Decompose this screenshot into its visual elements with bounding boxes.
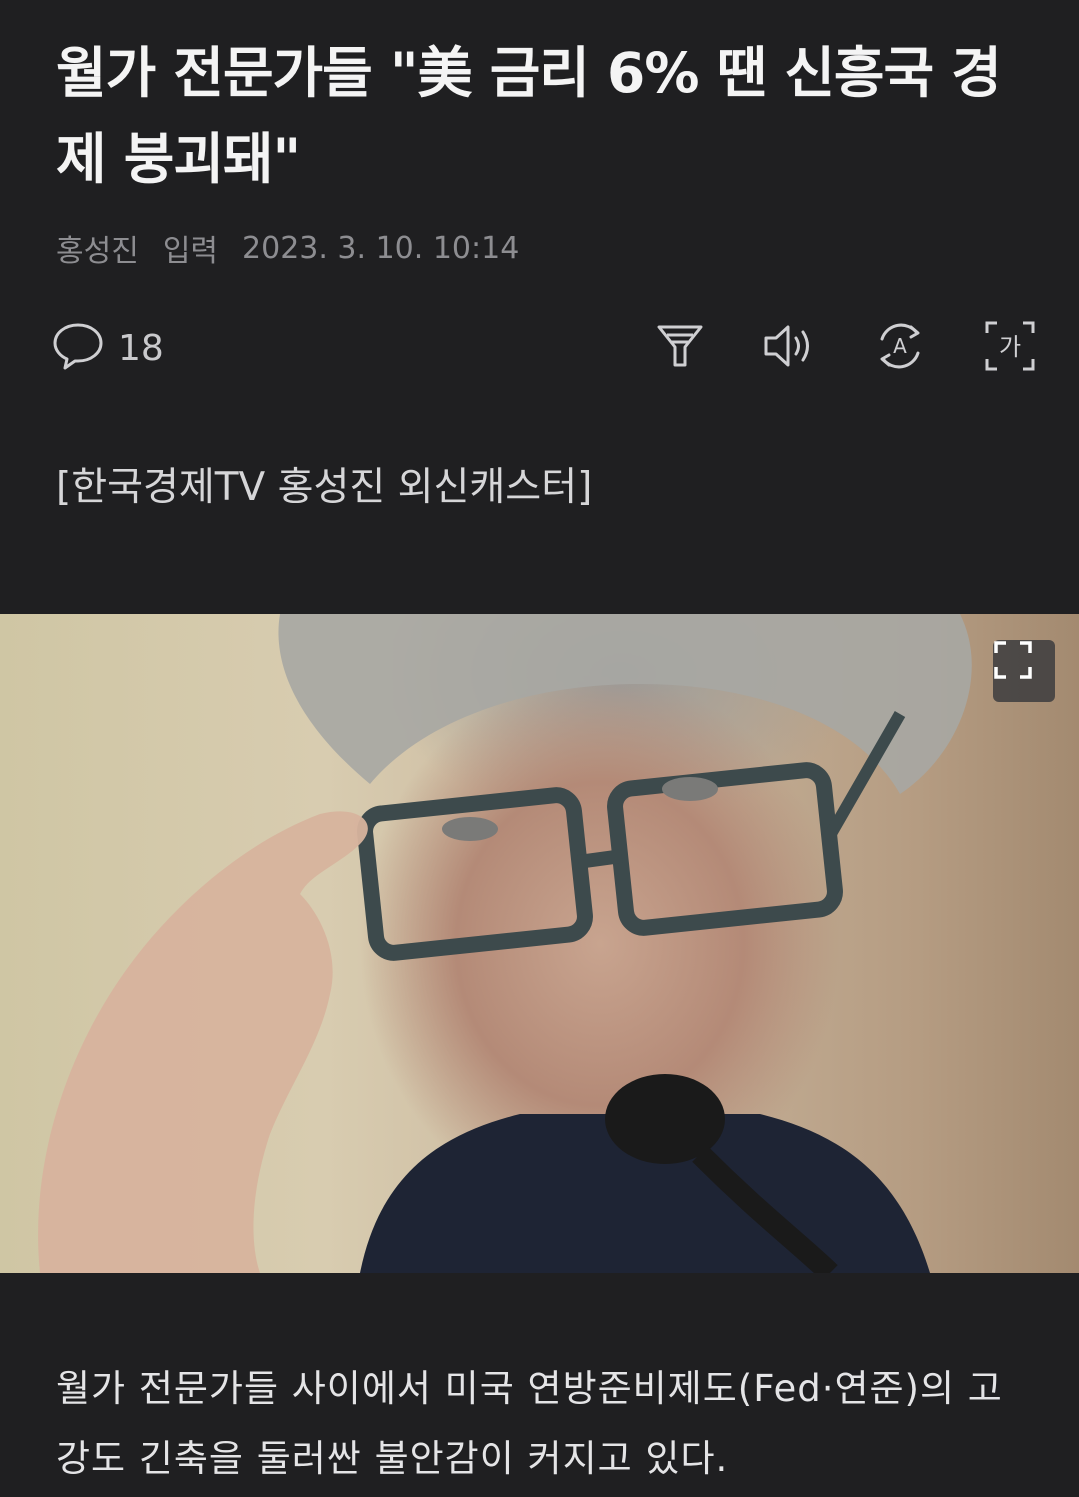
summary-button[interactable] (654, 322, 706, 374)
article-toolbar: 18 A 가 (52, 318, 1036, 378)
toolbar-tools: A 가 (654, 319, 1037, 377)
speaker-icon (762, 321, 818, 375)
article-headline: 월가 전문가들 "美 금리 6% 땐 신흥국 경제 붕괴돼" (56, 41, 1002, 191)
photo-illustration (38, 614, 972, 1273)
article-body: 월가 전문가들 사이에서 미국 연방준비제도(Fed·연준)의 고강도 긴축을 … (56, 1367, 1003, 1480)
publish-date: 2023. 3. 10. 10:14 (242, 230, 520, 266)
listen-button[interactable] (764, 322, 816, 374)
comment-button[interactable]: 18 (52, 321, 164, 375)
translate-button[interactable]: A (874, 322, 926, 374)
translate-icon: A (873, 319, 927, 377)
font-size-icon: 가 (983, 319, 1037, 377)
author-name[interactable]: 홍성진 (56, 226, 139, 270)
article-photo[interactable] (0, 614, 1079, 1273)
comment-count: 18 (118, 327, 164, 369)
expand-button[interactable] (993, 640, 1055, 702)
reporter-byline: [한국경제TV 홍성진 외신캐스터] (56, 465, 593, 510)
comment-icon (52, 321, 104, 375)
article-meta: 홍성진 입력 2023. 3. 10. 10:14 (56, 226, 519, 270)
svg-text:A: A (893, 334, 907, 358)
svg-text:가: 가 (999, 333, 1021, 361)
font-size-button[interactable]: 가 (983, 319, 1037, 377)
filter-icon (655, 321, 705, 375)
input-label: 입력 (162, 234, 219, 269)
